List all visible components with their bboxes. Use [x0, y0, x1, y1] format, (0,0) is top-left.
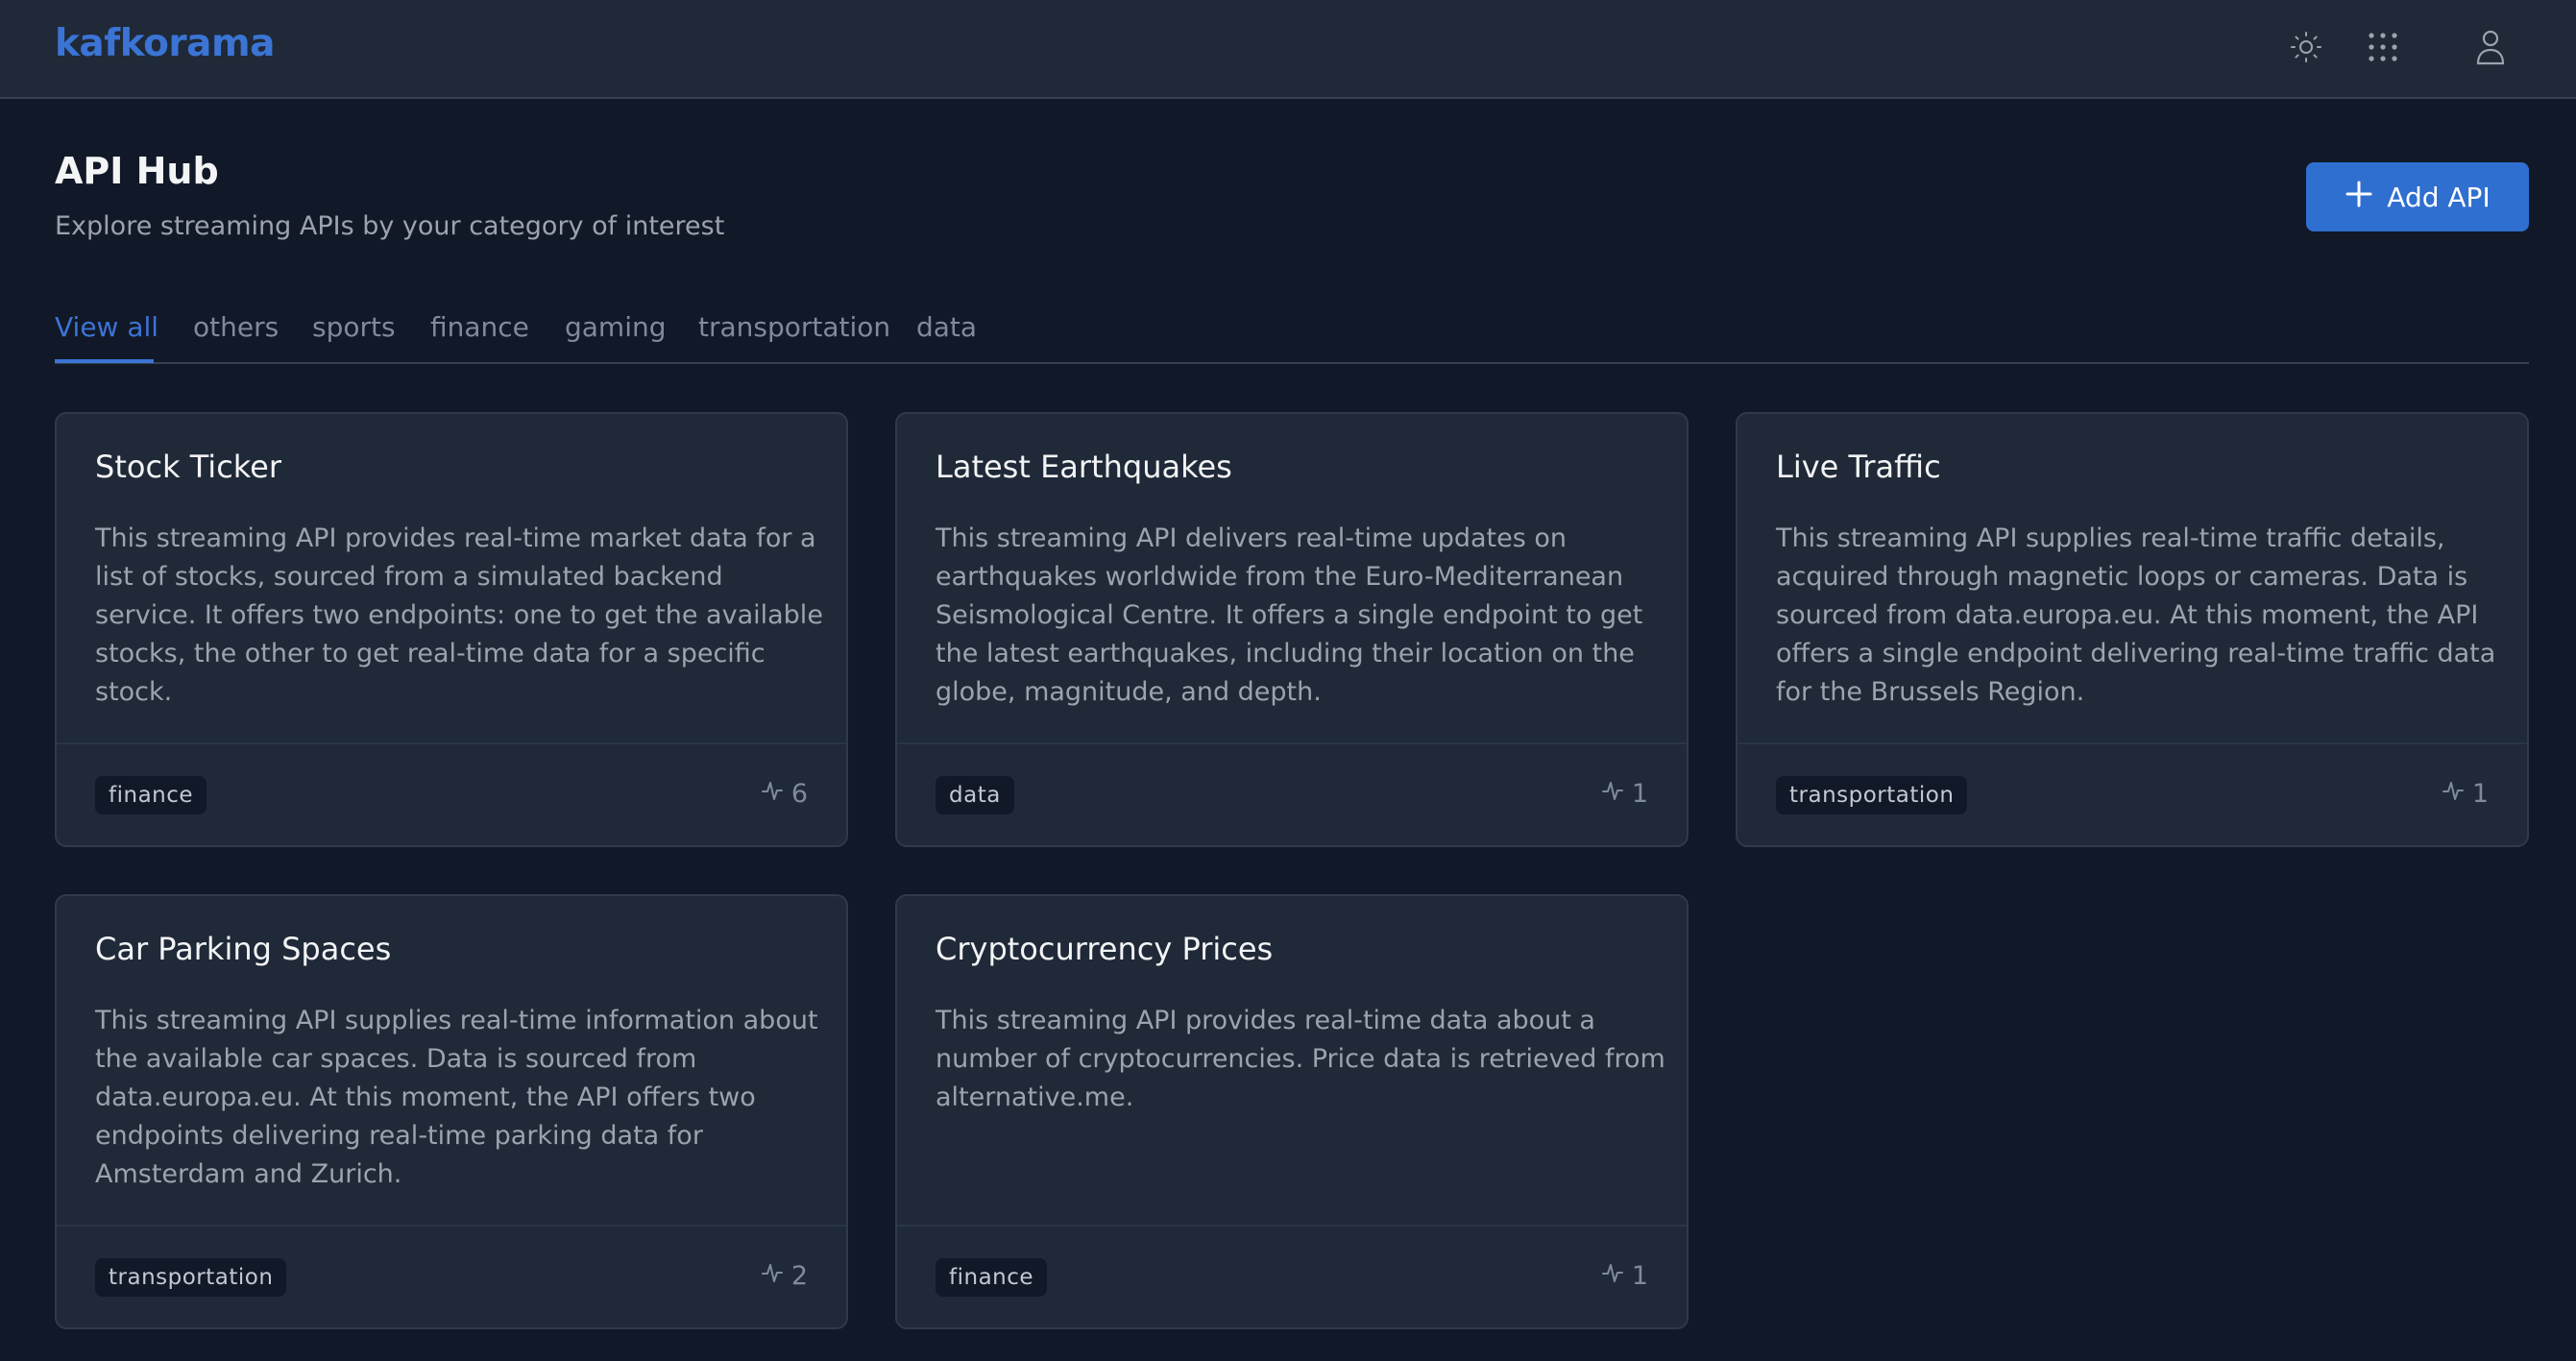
card-description: This streaming API supplies real-time tr…	[1776, 523, 2496, 707]
api-card-stock-ticker[interactable]: Stock Ticker This streaming API provides…	[55, 412, 848, 847]
endpoint-count: 2	[761, 1261, 808, 1291]
card-description: This streaming API delivers real-time up…	[936, 523, 1643, 707]
card-description: This streaming API provides real-time ma…	[95, 523, 823, 707]
card-title: Stock Ticker	[95, 449, 282, 485]
endpoint-count-value: 1	[2471, 779, 2489, 809]
activity-icon	[1601, 1261, 1624, 1291]
tab-transportation[interactable]: transportation	[698, 311, 890, 343]
card-title: Latest Earthquakes	[936, 449, 1232, 485]
user-icon[interactable]	[2468, 25, 2513, 69]
app-logo[interactable]: kafkorama	[55, 22, 275, 65]
top-navigation-bar: kafkorama	[0, 0, 2576, 99]
category-tabs: View all others sports finance gaming tr…	[55, 304, 2529, 364]
api-card-car-parking-spaces[interactable]: Car Parking Spaces This streaming API su…	[55, 894, 848, 1329]
card-title: Live Traffic	[1776, 449, 1941, 485]
endpoint-count: 1	[1601, 779, 1648, 809]
endpoint-count-value: 1	[1631, 1261, 1648, 1291]
card-description: This streaming API provides real-time da…	[936, 1006, 1665, 1112]
tab-gaming[interactable]: gaming	[565, 311, 667, 343]
activity-icon	[761, 779, 784, 809]
tab-finance[interactable]: finance	[430, 311, 529, 343]
category-tag: data	[936, 776, 1014, 814]
endpoint-count: 1	[2442, 779, 2489, 809]
activity-icon	[1601, 779, 1624, 809]
endpoint-count-value: 1	[1631, 779, 1648, 809]
endpoint-count-value: 6	[790, 779, 808, 809]
api-card-latest-earthquakes[interactable]: Latest Earthquakes This streaming API de…	[895, 412, 1689, 847]
page-subtitle: Explore streaming APIs by your category …	[55, 211, 725, 241]
card-description: This streaming API supplies real-time in…	[95, 1006, 818, 1189]
add-api-button[interactable]: Add API	[2306, 162, 2529, 231]
api-card-cryptocurrency-prices[interactable]: Cryptocurrency Prices This streaming API…	[895, 894, 1689, 1329]
endpoint-count: 1	[1601, 1261, 1648, 1291]
tab-sports[interactable]: sports	[312, 311, 396, 343]
activity-icon	[2442, 779, 2465, 809]
card-divider	[1738, 742, 2527, 744]
activity-icon	[761, 1261, 784, 1291]
sun-icon[interactable]	[2284, 25, 2328, 69]
category-tag: transportation	[1776, 776, 1968, 814]
api-card-live-traffic[interactable]: Live Traffic This streaming API supplies…	[1736, 412, 2529, 847]
active-tab-indicator	[55, 359, 154, 363]
page-title: API Hub	[55, 150, 219, 192]
plus-icon	[2345, 180, 2373, 215]
card-title: Car Parking Spaces	[95, 931, 392, 967]
tab-view-all[interactable]: View all	[55, 311, 158, 343]
category-tag: transportation	[95, 1258, 287, 1297]
category-tag: finance	[95, 776, 207, 814]
grid-icon[interactable]	[2361, 25, 2405, 69]
card-divider	[897, 742, 1687, 744]
tab-others[interactable]: others	[193, 311, 279, 343]
card-divider	[897, 1225, 1687, 1227]
card-title: Cryptocurrency Prices	[936, 931, 1274, 967]
card-divider	[57, 1225, 846, 1227]
tab-data[interactable]: data	[916, 311, 977, 343]
category-tag: finance	[936, 1258, 1048, 1297]
card-divider	[57, 742, 846, 744]
endpoint-count: 6	[761, 779, 808, 809]
add-api-label: Add API	[2387, 181, 2491, 213]
endpoint-count-value: 2	[790, 1261, 808, 1291]
